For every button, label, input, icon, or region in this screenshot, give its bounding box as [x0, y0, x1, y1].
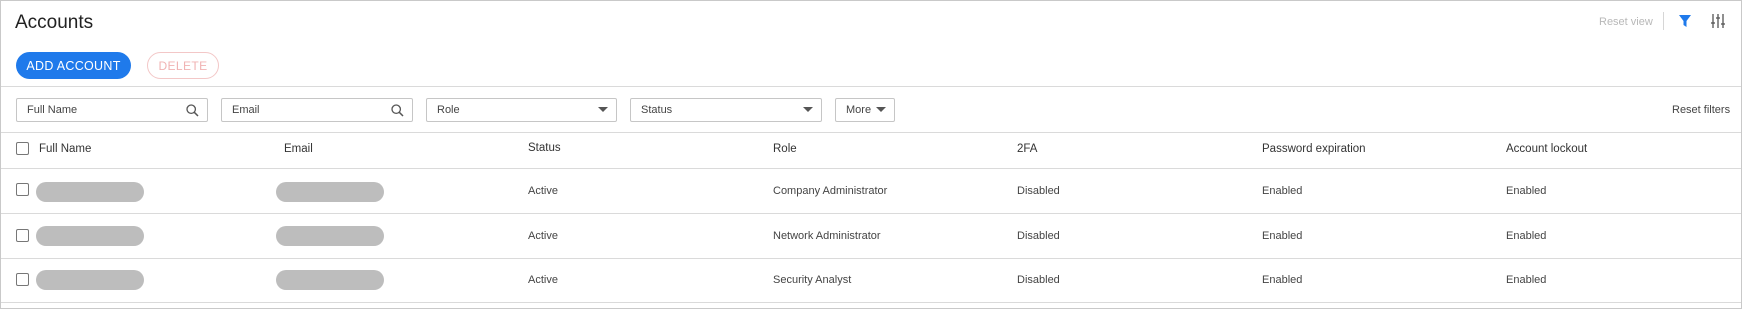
- tfa-cell: Disabled: [1017, 274, 1060, 286]
- filter-icon[interactable]: [1677, 13, 1693, 29]
- search-icon: [391, 103, 404, 117]
- redacted-email: [276, 270, 384, 290]
- header-divider: [1663, 12, 1664, 30]
- page-title: Accounts: [15, 12, 94, 33]
- more-filters-dropdown[interactable]: More: [835, 98, 895, 122]
- delete-button[interactable]: DELETE: [147, 52, 219, 79]
- column-header-email[interactable]: Email: [284, 143, 313, 155]
- status-cell: Active: [528, 230, 558, 242]
- redacted-full-name: [36, 226, 144, 246]
- account-lockout-cell: Enabled: [1506, 274, 1547, 286]
- status-cell: Active: [528, 185, 558, 197]
- role-cell: Company Administrator: [773, 185, 888, 197]
- tfa-cell: Disabled: [1017, 230, 1060, 242]
- column-header-full-name[interactable]: Full Name: [39, 143, 91, 155]
- sliders-icon[interactable]: [1709, 12, 1727, 30]
- column-header-account-lockout[interactable]: Account lockout: [1506, 143, 1587, 155]
- row-checkbox[interactable]: [16, 183, 29, 196]
- column-header-2fa[interactable]: 2FA: [1017, 143, 1037, 155]
- account-lockout-cell: Enabled: [1506, 230, 1547, 242]
- role-cell: Network Administrator: [773, 230, 881, 242]
- account-lockout-cell: Enabled: [1506, 185, 1547, 197]
- divider: [1, 168, 1741, 169]
- divider: [1, 86, 1741, 87]
- full-name-search-input[interactable]: Full Name: [16, 98, 208, 122]
- column-header-password-expiration[interactable]: Password expiration: [1262, 143, 1366, 155]
- email-search-input[interactable]: Email: [221, 98, 413, 122]
- search-icon: [186, 103, 199, 117]
- divider: [1, 213, 1741, 214]
- redacted-full-name: [36, 182, 144, 202]
- password-expiration-cell: Enabled: [1262, 274, 1303, 286]
- tfa-cell: Disabled: [1017, 185, 1060, 197]
- divider: [1, 258, 1741, 259]
- chevron-down-icon: [803, 107, 813, 112]
- chevron-down-icon: [876, 107, 886, 112]
- select-all-checkbox[interactable]: [16, 142, 29, 155]
- role-cell: Security Analyst: [773, 274, 852, 286]
- status-dropdown[interactable]: Status: [630, 98, 822, 122]
- divider: [1, 132, 1741, 133]
- divider: [1, 302, 1741, 303]
- add-account-button[interactable]: ADD ACCOUNT: [16, 52, 131, 79]
- reset-filters-link[interactable]: Reset filters: [1672, 104, 1730, 116]
- redacted-email: [276, 226, 384, 246]
- redacted-full-name: [36, 270, 144, 290]
- role-dropdown[interactable]: Role: [426, 98, 617, 122]
- accounts-page: Accounts Reset view ADD ACCOUNT DELETE F…: [0, 0, 1742, 309]
- redacted-email: [276, 182, 384, 202]
- column-header-status[interactable]: Status: [528, 142, 561, 154]
- status-cell: Active: [528, 274, 558, 286]
- chevron-down-icon: [598, 107, 608, 112]
- column-header-role[interactable]: Role: [773, 143, 797, 155]
- reset-view-link[interactable]: Reset view: [1599, 16, 1653, 28]
- row-checkbox[interactable]: [16, 273, 29, 286]
- password-expiration-cell: Enabled: [1262, 230, 1303, 242]
- row-checkbox[interactable]: [16, 229, 29, 242]
- password-expiration-cell: Enabled: [1262, 185, 1303, 197]
